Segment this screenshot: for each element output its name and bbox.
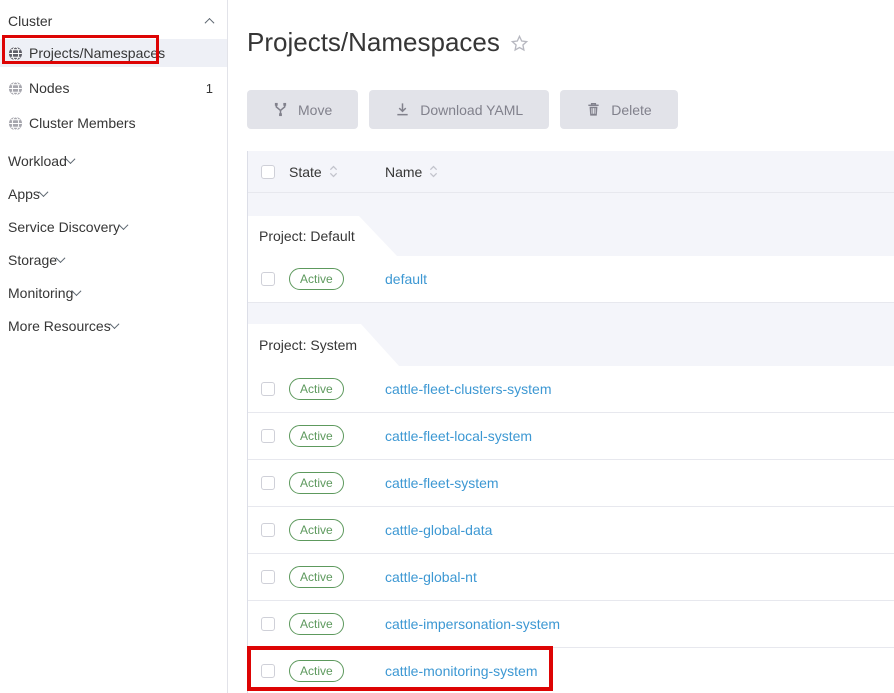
sidebar-section-label: Workload bbox=[8, 153, 67, 169]
row-checkbox[interactable] bbox=[261, 617, 275, 631]
delete-button-label: Delete bbox=[611, 102, 651, 118]
sidebar-item-cluster-members[interactable]: Cluster Members bbox=[0, 109, 227, 137]
page-header: Projects/Namespaces bbox=[247, 24, 894, 60]
sidebar-item-label: Nodes bbox=[29, 80, 69, 96]
table-row: Active cattle-impersonation-system bbox=[248, 601, 894, 648]
sidebar-section-label: Storage bbox=[8, 252, 57, 268]
chevron-down-icon bbox=[38, 187, 48, 197]
select-all-checkbox[interactable] bbox=[261, 165, 275, 179]
sort-icon[interactable] bbox=[429, 165, 438, 178]
chevron-up-icon bbox=[205, 17, 215, 27]
status-badge: Active bbox=[289, 378, 344, 399]
row-checkbox[interactable] bbox=[261, 476, 275, 490]
namespace-link[interactable]: cattle-fleet-clusters-system bbox=[385, 381, 551, 397]
chevron-down-icon bbox=[72, 286, 82, 296]
fork-icon bbox=[273, 102, 288, 117]
namespace-link[interactable]: cattle-impersonation-system bbox=[385, 616, 560, 632]
sidebar: Cluster Projects/Namespaces Nodes 1 Clus… bbox=[0, 0, 228, 693]
sidebar-section-cluster[interactable]: Cluster bbox=[0, 8, 227, 34]
globe-icon bbox=[8, 46, 23, 61]
status-badge: Active bbox=[289, 519, 344, 540]
row-checkbox[interactable] bbox=[261, 664, 275, 678]
group-tab-label: Project: Default bbox=[248, 216, 359, 256]
table-header-row: State Name bbox=[248, 151, 894, 193]
namespace-link[interactable]: cattle-global-nt bbox=[385, 569, 477, 585]
status-badge: Active bbox=[289, 613, 344, 634]
group-header-system: Project: System bbox=[248, 303, 894, 366]
sort-icon[interactable] bbox=[329, 165, 338, 178]
sidebar-section-apps[interactable]: Apps bbox=[0, 177, 227, 210]
sidebar-section-monitoring[interactable]: Monitoring bbox=[0, 276, 227, 309]
sidebar-section-label: Monitoring bbox=[8, 285, 73, 301]
sidebar-item-label: Projects/Namespaces bbox=[29, 45, 165, 61]
status-badge: Active bbox=[289, 425, 344, 446]
app-root: Cluster Projects/Namespaces Nodes 1 Clus… bbox=[0, 0, 894, 693]
chevron-down-icon bbox=[65, 154, 75, 164]
nodes-count-badge: 1 bbox=[206, 81, 213, 96]
globe-icon bbox=[8, 116, 23, 131]
sidebar-item-label: Cluster Members bbox=[29, 115, 136, 131]
status-badge: Active bbox=[289, 660, 344, 681]
sidebar-item-projects-namespaces[interactable]: Projects/Namespaces bbox=[0, 39, 227, 67]
namespaces-table: State Name Project: Default Active defau… bbox=[247, 151, 894, 693]
sidebar-section-workload[interactable]: Workload bbox=[0, 144, 227, 177]
namespace-link[interactable]: default bbox=[385, 271, 427, 287]
row-checkbox[interactable] bbox=[261, 382, 275, 396]
row-checkbox[interactable] bbox=[261, 272, 275, 286]
download-yaml-button-label: Download YAML bbox=[420, 102, 523, 118]
delete-button[interactable]: Delete bbox=[560, 90, 677, 129]
sidebar-section-storage[interactable]: Storage bbox=[0, 243, 227, 276]
group-tab-angle bbox=[361, 324, 399, 366]
table-row: Active cattle-global-nt bbox=[248, 554, 894, 601]
column-header-state[interactable]: State bbox=[289, 164, 322, 180]
sidebar-section-label: Service Discovery bbox=[8, 219, 120, 235]
column-header-name[interactable]: Name bbox=[385, 164, 422, 180]
sidebar-section-label: Apps bbox=[8, 186, 40, 202]
namespace-link[interactable]: cattle-fleet-system bbox=[385, 475, 499, 491]
page-title: Projects/Namespaces bbox=[247, 27, 500, 58]
chevron-down-icon bbox=[109, 319, 119, 329]
star-outline-icon[interactable] bbox=[510, 34, 529, 53]
row-checkbox[interactable] bbox=[261, 429, 275, 443]
download-yaml-button[interactable]: Download YAML bbox=[369, 90, 549, 129]
namespace-link[interactable]: cattle-fleet-local-system bbox=[385, 428, 532, 444]
row-checkbox[interactable] bbox=[261, 523, 275, 537]
status-badge: Active bbox=[289, 268, 344, 289]
sidebar-section-more-resources[interactable]: More Resources bbox=[0, 309, 227, 342]
sidebar-section-service-discovery[interactable]: Service Discovery bbox=[0, 210, 227, 243]
status-badge: Active bbox=[289, 472, 344, 493]
sidebar-item-nodes[interactable]: Nodes 1 bbox=[0, 74, 227, 102]
download-icon bbox=[395, 102, 410, 117]
status-badge: Active bbox=[289, 566, 344, 587]
group-header-default: Project: Default bbox=[248, 193, 894, 256]
sidebar-section-label: Cluster bbox=[8, 13, 52, 29]
table-row: Active cattle-fleet-local-system bbox=[248, 413, 894, 460]
group-tab-label: Project: System bbox=[248, 324, 361, 366]
namespace-link[interactable]: cattle-monitoring-system bbox=[385, 663, 538, 679]
globe-icon bbox=[8, 81, 23, 96]
move-button[interactable]: Move bbox=[247, 90, 358, 129]
toolbar: Move Download YAML Delete bbox=[247, 90, 894, 129]
table-row: Active cattle-global-data bbox=[248, 507, 894, 554]
table-row: Active default bbox=[248, 256, 894, 303]
main-content: Projects/Namespaces Move Download YAML D… bbox=[228, 0, 894, 693]
move-button-label: Move bbox=[298, 102, 332, 118]
table-row-highlighted: Active cattle-monitoring-system bbox=[248, 648, 894, 693]
chevron-down-icon bbox=[119, 220, 129, 230]
sidebar-section-label: More Resources bbox=[8, 318, 111, 334]
namespace-link[interactable]: cattle-global-data bbox=[385, 522, 492, 538]
group-tab-angle bbox=[359, 216, 397, 256]
row-checkbox[interactable] bbox=[261, 570, 275, 584]
table-row: Active cattle-fleet-clusters-system bbox=[248, 366, 894, 413]
trash-icon bbox=[586, 102, 601, 117]
chevron-down-icon bbox=[56, 253, 66, 263]
table-row: Active cattle-fleet-system bbox=[248, 460, 894, 507]
